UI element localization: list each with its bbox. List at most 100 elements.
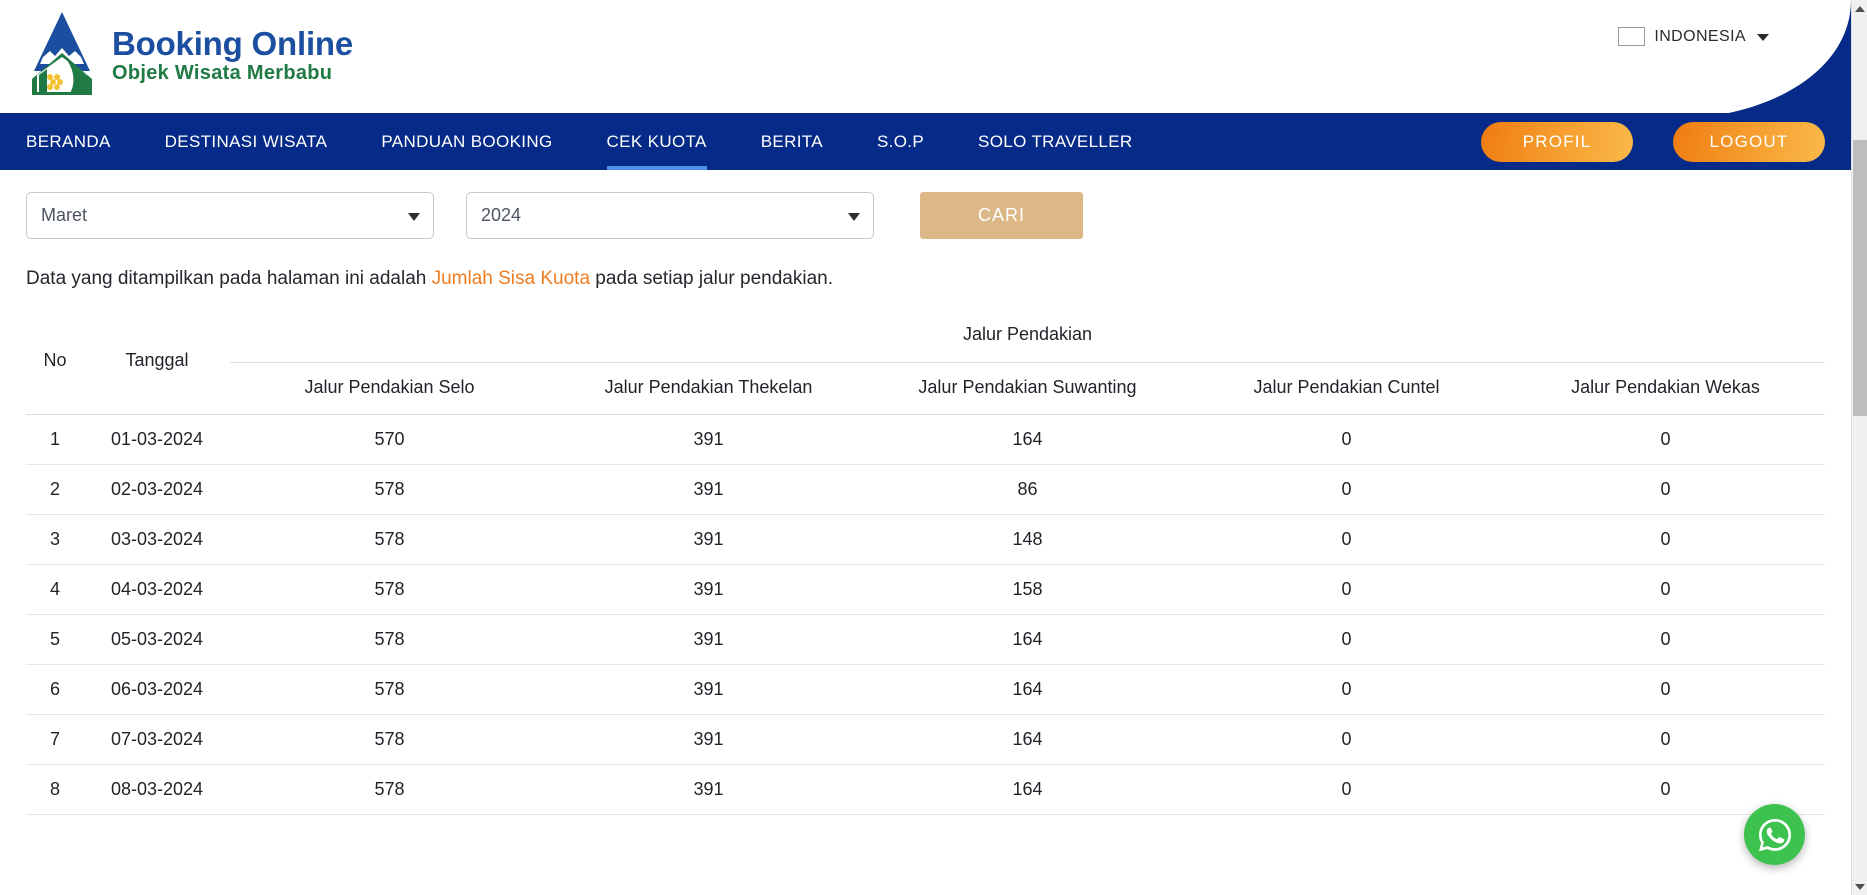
cell-thekelan: 391 xyxy=(549,614,868,665)
cell-cuntel: 0 xyxy=(1187,564,1506,615)
brand-title: Booking Online xyxy=(112,24,354,62)
table-row: 1 01-03-2024 570 391 164 0 0 xyxy=(26,414,1825,465)
cell-selo: 578 xyxy=(230,514,549,565)
nav-item-solo-traveller[interactable]: SOLO TRAVELLER xyxy=(951,113,1160,170)
cell-suwanting: 164 xyxy=(868,764,1187,815)
cell-no: 4 xyxy=(26,564,84,615)
table-row: 4 04-03-2024 578 391 158 0 0 xyxy=(26,564,1825,615)
month-select-value: Maret xyxy=(41,205,88,225)
note-suffix: pada setiap jalur pendakian. xyxy=(590,268,833,289)
month-select[interactable]: Maret xyxy=(26,192,434,239)
vertical-scrollbar[interactable] xyxy=(1851,0,1867,895)
column-group-header-jalur-pendakian: Jalur Pendakian xyxy=(230,307,1825,363)
indonesia-flag-icon xyxy=(1618,27,1646,46)
nav-item-cek-kuota[interactable]: CEK KUOTA xyxy=(580,113,734,170)
quota-table-body: 1 01-03-2024 570 391 164 0 0 2 02-03-202… xyxy=(26,414,1825,815)
cell-thekelan: 391 xyxy=(549,414,868,465)
cell-selo: 570 xyxy=(230,414,549,465)
mountain-house-logo-icon xyxy=(32,12,92,95)
page-description: Data yang ditampilkan pada halaman ini a… xyxy=(26,268,1825,290)
nav-item-label: PANDUAN BOOKING xyxy=(381,131,553,151)
nav-item-label: CEK KUOTA xyxy=(606,131,707,151)
profil-button[interactable]: PROFIL xyxy=(1481,121,1633,162)
cell-no: 1 xyxy=(26,414,84,465)
year-select-value: 2024 xyxy=(481,205,522,225)
nav-item-berita[interactable]: BERITA xyxy=(734,113,850,170)
cari-button[interactable]: CARI xyxy=(920,192,1083,239)
cell-suwanting: 86 xyxy=(868,464,1187,515)
logout-button[interactable]: LOGOUT xyxy=(1673,121,1825,162)
chevron-down-icon xyxy=(408,212,420,221)
whatsapp-float-button[interactable] xyxy=(1744,804,1805,865)
cell-wekas: 0 xyxy=(1506,464,1825,515)
nav-item-beranda[interactable]: BERANDA xyxy=(0,113,138,170)
cell-tanggal: 07-03-2024 xyxy=(84,714,230,765)
cell-cuntel: 0 xyxy=(1187,714,1506,765)
language-selector[interactable]: INDONESIA xyxy=(1618,27,1769,46)
header-curve-decoration xyxy=(1661,0,1851,120)
cell-tanggal: 03-03-2024 xyxy=(84,514,230,565)
column-header-no: No xyxy=(43,350,67,370)
filter-bar: Maret 2024 CARI xyxy=(26,170,1825,239)
column-header-tanggal: Tanggal xyxy=(125,350,189,370)
cell-wekas: 0 xyxy=(1506,564,1825,615)
cell-cuntel: 0 xyxy=(1187,664,1506,715)
column-header-thekelan: Jalur Pendakian Thekelan xyxy=(604,377,813,397)
table-row: 2 02-03-2024 578 391 86 0 0 xyxy=(26,464,1825,515)
cell-tanggal: 02-03-2024 xyxy=(84,464,230,515)
column-header-selo: Jalur Pendakian Selo xyxy=(304,377,475,397)
main-navigation: BERANDA DESTINASI WISATA PANDUAN BOOKING… xyxy=(0,113,1851,170)
nav-item-label: BERITA xyxy=(760,131,823,151)
scroll-up-arrow-icon[interactable] xyxy=(1852,0,1867,17)
cell-suwanting: 164 xyxy=(868,664,1187,715)
cell-selo: 578 xyxy=(230,614,549,665)
brand-subtitle: Objek Wisata Merbabu xyxy=(112,61,333,84)
page-content: Maret 2024 CARI Data yang ditampilkan pa… xyxy=(0,170,1851,815)
cell-no: 6 xyxy=(26,664,84,715)
scrollbar-thumb[interactable] xyxy=(1853,140,1867,416)
cell-no: 5 xyxy=(26,614,84,665)
cell-tanggal: 01-03-2024 xyxy=(84,414,230,465)
cell-selo: 578 xyxy=(230,664,549,715)
cell-selo: 578 xyxy=(230,464,549,515)
note-prefix: Data yang ditampilkan pada halaman ini a… xyxy=(26,268,432,289)
scroll-down-arrow-icon[interactable] xyxy=(1852,878,1867,895)
cell-wekas: 0 xyxy=(1506,714,1825,765)
cell-tanggal: 08-03-2024 xyxy=(84,764,230,815)
cell-suwanting: 158 xyxy=(868,564,1187,615)
cell-tanggal: 04-03-2024 xyxy=(84,564,230,615)
cell-thekelan: 391 xyxy=(549,714,868,765)
column-header-wekas: Jalur Pendakian Wekas xyxy=(1571,377,1760,397)
nav-item-panduan-booking[interactable]: PANDUAN BOOKING xyxy=(354,113,579,170)
cell-tanggal: 06-03-2024 xyxy=(84,664,230,715)
cell-thekelan: 391 xyxy=(549,514,868,565)
cell-selo: 578 xyxy=(230,714,549,765)
chevron-down-icon xyxy=(848,212,860,221)
year-select[interactable]: 2024 xyxy=(466,192,874,239)
cell-thekelan: 391 xyxy=(549,564,868,615)
cell-suwanting: 164 xyxy=(868,414,1187,465)
cell-suwanting: 164 xyxy=(868,714,1187,765)
cell-cuntel: 0 xyxy=(1187,764,1506,815)
cell-selo: 578 xyxy=(230,764,549,815)
whatsapp-icon xyxy=(1758,818,1791,851)
table-row: 8 08-03-2024 578 391 164 0 0 xyxy=(26,764,1825,815)
brand-text: Booking Online Objek Wisata Merbabu xyxy=(112,24,353,83)
column-header-suwanting: Jalur Pendakian Suwanting xyxy=(918,377,1137,397)
cell-cuntel: 0 xyxy=(1187,614,1506,665)
table-row: 5 05-03-2024 578 391 164 0 0 xyxy=(26,614,1825,665)
column-header-cuntel: Jalur Pendakian Cuntel xyxy=(1253,377,1440,397)
page-root: Booking Online Objek Wisata Merbabu INDO… xyxy=(0,0,1867,895)
table-subheader-row: Jalur Pendakian Selo Jalur Pendakian The… xyxy=(26,363,1825,415)
nav-item-list: BERANDA DESTINASI WISATA PANDUAN BOOKING… xyxy=(0,113,1160,170)
nav-item-sop[interactable]: S.O.P xyxy=(850,113,951,170)
nav-item-label: SOLO TRAVELLER xyxy=(978,131,1133,151)
cell-wekas: 0 xyxy=(1506,664,1825,715)
nav-item-destinasi-wisata[interactable]: DESTINASI WISATA xyxy=(138,113,355,170)
chevron-down-icon xyxy=(1757,34,1769,41)
nav-action-buttons: PROFIL LOGOUT xyxy=(1481,113,1825,170)
nav-item-label: BERANDA xyxy=(26,131,111,151)
language-label: INDONESIA xyxy=(1654,27,1746,45)
brand-logo[interactable]: Booking Online Objek Wisata Merbabu xyxy=(26,9,353,97)
cell-cuntel: 0 xyxy=(1187,514,1506,565)
